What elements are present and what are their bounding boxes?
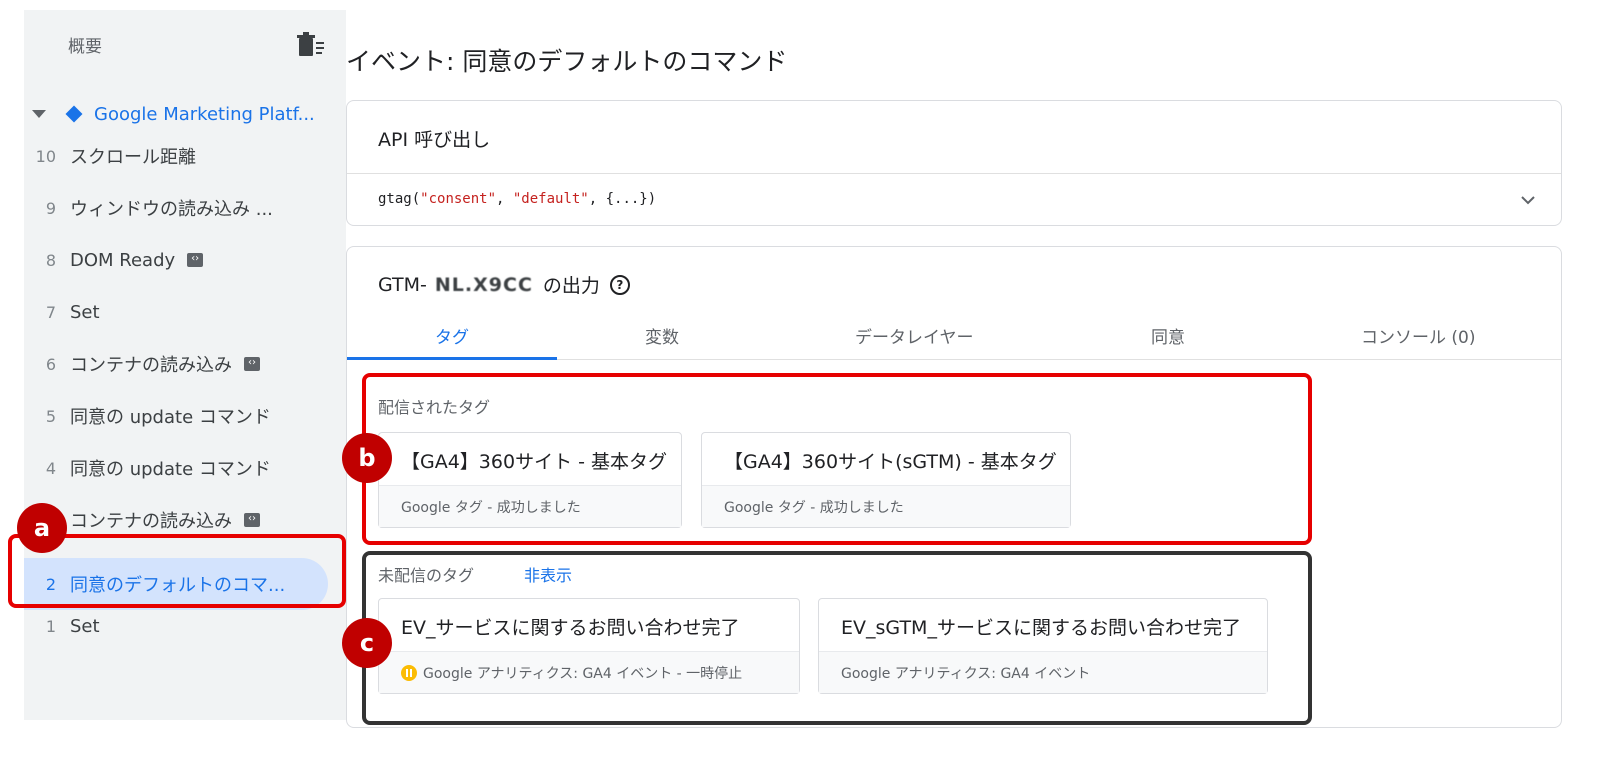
sidebar-item-label: Set [70,301,100,323]
divider [347,173,1561,174]
sidebar-item[interactable]: 4 同意の update コマンド [24,448,271,488]
chevron-down-icon[interactable] [1519,191,1537,209]
code-separator: , [496,191,513,207]
annotation-marker-c: c [342,618,392,668]
code-arg-consent: "consent" [420,191,497,207]
code-rest: , {...}) [588,191,657,207]
sidebar-item[interactable]: 9 ウィンドウの読み込み ... [24,188,273,228]
code-fn: gtag( [378,191,421,207]
summary-heading[interactable]: 概要 [68,32,102,57]
sidebar-item-label: 同意の update コマンド [70,459,271,480]
sidebar-item[interactable]: 10 スクロール距離 [24,136,196,176]
tab-variables[interactable]: 変数 [645,323,679,348]
code-badge-icon [187,251,204,267]
sidebar-item-label: Set [70,615,100,637]
output-title-prefix: GTM- [378,273,427,296]
tab-consent[interactable]: 同意 [1151,323,1185,348]
sidebar-item-number: 8 [45,250,56,270]
code-arg-default: "default" [512,191,589,207]
sidebar-item[interactable]: 6 コンテナの読み込み [24,344,260,384]
api-call-title: API 呼び出し [378,129,491,151]
container-id: NL.X9CC [434,273,533,296]
sidebar-item-root[interactable]: Google Marketing Platf... [32,94,315,134]
sidebar-item-label: コンテナの読み込み [70,511,232,532]
active-tab-indicator [347,357,557,360]
annotation-marker-b: b [342,433,392,483]
sidebar: 概要 Google Marketing Platf... 10 スクロール距離 … [24,10,346,720]
annotation-marker-a: a [17,503,67,553]
clear-list-icon[interactable] [296,32,326,58]
sidebar-item-label: コンテナの読み込み [70,355,232,376]
sidebar-item-number: 1 [45,616,56,636]
sidebar-item[interactable]: 8 DOM Ready [24,240,204,280]
sidebar-item-number: 9 [45,198,56,218]
sidebar-item[interactable]: 5 同意の update コマンド [24,396,271,436]
sidebar-item-number: 10 [35,146,56,166]
highlight-box-c [362,551,1312,725]
sidebar-item-number: 5 [45,406,56,426]
api-call-card: API 呼び出し gtag("consent", "default", {...… [346,100,1562,226]
tab-tags[interactable]: タグ [435,323,469,348]
help-icon[interactable]: ? [609,274,630,295]
sidebar-item-label: DOM Ready [70,249,176,271]
sidebar-item-label: Google Marketing Platf... [94,103,315,125]
api-code-line[interactable]: gtag("consent", "default", {...}) [378,191,656,207]
sidebar-item-label: スクロール距離 [70,147,196,168]
tab-console[interactable]: コンソール (0) [1361,323,1475,348]
sidebar-item[interactable]: 7 Set [24,292,100,332]
code-badge-icon [244,511,260,527]
code-badge-icon [244,355,260,371]
sidebar-item-number: 6 [45,354,56,374]
sidebar-item-label: 同意の update コマンド [70,407,271,428]
highlight-box-b [362,373,1312,545]
page-title: イベント: 同意のデフォルトのコマンド [346,47,788,76]
tab-data-layer[interactable]: データレイヤー [855,323,974,348]
output-title-suffix: の出力 [542,275,600,297]
sidebar-item-label: ウィンドウの読み込み ... [70,199,273,220]
output-title: GTM- NL.X9CC の出力 ? [378,271,630,298]
caret-down-icon[interactable] [32,110,46,118]
diamond-icon [65,105,83,123]
sidebar-item-number: 4 [45,458,56,478]
sidebar-item[interactable]: 1 Set [24,606,100,646]
sidebar-item-number: 7 [45,302,56,322]
